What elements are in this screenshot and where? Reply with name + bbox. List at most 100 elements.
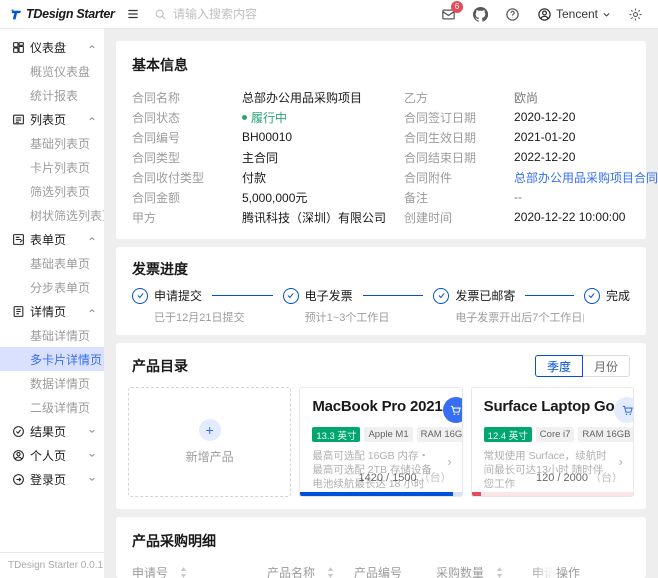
product-stock: 120 / 2000 （台） — [535, 472, 623, 484]
sidebar-item-tree-filter-list[interactable]: 树状筛选列表页 — [0, 203, 104, 227]
screen-size-tag: 12.4 英寸 — [483, 427, 532, 442]
chevron-down-icon — [88, 427, 96, 435]
step-check-icon — [282, 287, 299, 304]
purchase-table: 申请号 产品名称 产品编号 采购数量 申请部门 操作 S202012281159… — [132, 561, 630, 578]
product-progress-bar — [300, 492, 462, 496]
cpu-tag: Apple M1 — [364, 427, 413, 442]
github-button[interactable] — [473, 6, 488, 22]
product-catalog-card: 产品目录 季度 月份 + 新增产品 MacBook Pro 2021 13.3 … — [116, 343, 646, 509]
product-catalog-title: 产品目录 — [132, 358, 188, 374]
settings-button[interactable] — [628, 7, 643, 22]
sidebar-item-base-list[interactable]: 基础列表页 — [0, 131, 104, 155]
sidebar-group-dashboard[interactable]: 仪表盘 — [0, 35, 104, 59]
field-contract-amount: 合同金额 5,000,000元 — [132, 190, 308, 205]
product-stock: 1420 / 1500 （台） — [358, 472, 452, 484]
sidebar-item-base-form[interactable]: 基础表单页 — [0, 251, 104, 275]
sidebar-item-base-detail[interactable]: 基础详情页 — [0, 323, 104, 347]
help-icon — [505, 7, 520, 22]
chevron-up-icon — [88, 235, 96, 243]
sidebar-item-card-list[interactable]: 卡片列表页 — [0, 155, 104, 179]
field-party-a: 甲方 腾讯科技（深圳）有限公司 — [132, 210, 387, 225]
step-check-icon — [583, 287, 600, 304]
cart-button[interactable] — [442, 397, 462, 423]
search-input[interactable] — [173, 7, 323, 21]
step-finish: 完成 — [583, 287, 630, 304]
sidebar-group-result[interactable]: 结果页 — [0, 419, 104, 443]
user-avatar-icon — [537, 7, 552, 22]
user-menu[interactable]: Tencent — [537, 7, 611, 22]
sidebar-group-personal[interactable]: 个人页 — [0, 443, 104, 467]
col-product-name: 产品名称 — [267, 564, 354, 578]
col-product-no: 产品编号 — [354, 566, 403, 578]
sidebar-group-label: 结果页 — [30, 424, 67, 439]
field-end-date: 合同结束日期 2022-12-20 — [404, 150, 576, 165]
sidebar-item-filter-list[interactable]: 筛选列表页 — [0, 179, 104, 203]
col-quantity: 采购数量 — [436, 564, 532, 578]
step-check-icon — [433, 287, 450, 304]
add-product-card[interactable]: + 新增产品 — [128, 387, 292, 497]
status-badge: 履行中 — [242, 109, 287, 126]
col-apply-no: 申请号 — [132, 564, 267, 578]
sort-icon[interactable] — [496, 567, 503, 578]
attachment-link[interactable]: 总部办公用品采购项目合同.pdf — [514, 169, 658, 186]
purchase-detail-title: 产品采购明细 — [132, 533, 216, 549]
product-progress-bar — [471, 492, 633, 496]
sidebar-group-label: 仪表盘 — [30, 40, 67, 55]
cart-button[interactable] — [614, 397, 633, 423]
sidebar-group-detail[interactable]: 详情页 — [0, 299, 104, 323]
step-connector — [212, 295, 273, 296]
sidebar-group-label: 表单页 — [30, 232, 67, 247]
user-name: Tencent — [555, 7, 598, 21]
sort-icon[interactable] — [180, 567, 187, 578]
sidebar-item-step-form[interactable]: 分步表单页 — [0, 275, 104, 299]
chevron-down-icon — [88, 451, 96, 459]
sidebar-item-data-detail[interactable]: 数据详情页 — [0, 371, 104, 395]
sidebar-group-login[interactable]: 登录页 — [0, 467, 104, 491]
help-button[interactable] — [505, 7, 520, 22]
product-name: Surface Laptop Go — [483, 398, 615, 415]
col-actions: 操作 — [556, 566, 581, 578]
toggle-month-button[interactable]: 月份 — [581, 355, 630, 377]
sidebar-group-label: 详情页 — [30, 304, 67, 319]
ram-tag: RAM 16GB — [578, 427, 633, 442]
step-connector — [362, 295, 424, 296]
chevron-right-icon[interactable]: › — [447, 454, 451, 469]
invoice-progress-card: 发票进度 申请提交 已于12月21日提交 电子发票 预计1~3个工作日 发票已邮… — [116, 247, 646, 335]
chevron-right-icon[interactable]: › — [619, 454, 623, 469]
product-name: MacBook Pro 2021 — [312, 398, 443, 415]
sidebar-item-overview-dashboard[interactable]: 概览仪表盘 — [0, 59, 104, 83]
field-create-time: 创建时间 2020-12-22 10:00:00 — [404, 210, 626, 225]
step-submit: 申请提交 已于12月21日提交 — [132, 287, 283, 325]
sidebar: 仪表盘 概览仪表盘 统计报表 列表页 基础列表页 卡片列表页 筛选列表页 树状筛… — [0, 29, 104, 578]
check-circle-icon — [12, 425, 25, 438]
sidebar-item-statistics-report[interactable]: 统计报表 — [0, 83, 104, 107]
field-sign-date: 合同签订日期 2020-12-20 — [404, 110, 576, 125]
app-logo[interactable]: TDesign Starter — [0, 7, 115, 21]
chevron-up-icon — [88, 115, 96, 123]
purchase-detail-card: 产品采购明细 申请号 产品名称 产品编号 采购数量 申请部门 操作 S20201… — [116, 517, 646, 578]
list-icon — [12, 113, 25, 126]
step-e-invoice: 电子发票 预计1~3个工作日 — [282, 287, 434, 325]
basic-info-title: 基本信息 — [132, 57, 188, 73]
sidebar-group-label: 列表页 — [30, 112, 67, 127]
sidebar-item-secondary-detail[interactable]: 二级详情页 — [0, 395, 104, 419]
collapse-menu-button[interactable] — [126, 7, 140, 21]
logo-icon — [9, 8, 22, 21]
sidebar-group-label: 登录页 — [30, 472, 67, 487]
invoice-progress-title: 发票进度 — [132, 261, 188, 277]
gear-icon — [628, 7, 643, 22]
product-card-macbook[interactable]: MacBook Pro 2021 13.3 英寸 Apple M1 RAM 16… — [299, 387, 463, 497]
toggle-quarter-button[interactable]: 季度 — [534, 355, 583, 377]
field-contract-status: 合同状态 履行中 — [132, 109, 288, 126]
sidebar-item-multi-card-detail[interactable]: 多卡片详情页 — [0, 347, 104, 371]
field-effective-date: 合同生效日期 2021-01-20 — [404, 130, 576, 145]
field-contract-type: 合同类型 主合同 — [132, 150, 279, 165]
sidebar-group-list[interactable]: 列表页 — [0, 107, 104, 131]
sort-icon[interactable] — [327, 567, 334, 578]
notification-button[interactable]: 6 — [441, 0, 463, 22]
chevron-up-icon — [88, 43, 96, 51]
product-card-surface[interactable]: Surface Laptop Go 12.4 英寸 Core i7 RAM 16… — [470, 387, 634, 497]
field-contract-number: 合同编号 BH00010 — [132, 130, 293, 145]
app-version: TDesign Starter 0.0.1 — [0, 552, 104, 578]
sidebar-group-form[interactable]: 表单页 — [0, 227, 104, 251]
